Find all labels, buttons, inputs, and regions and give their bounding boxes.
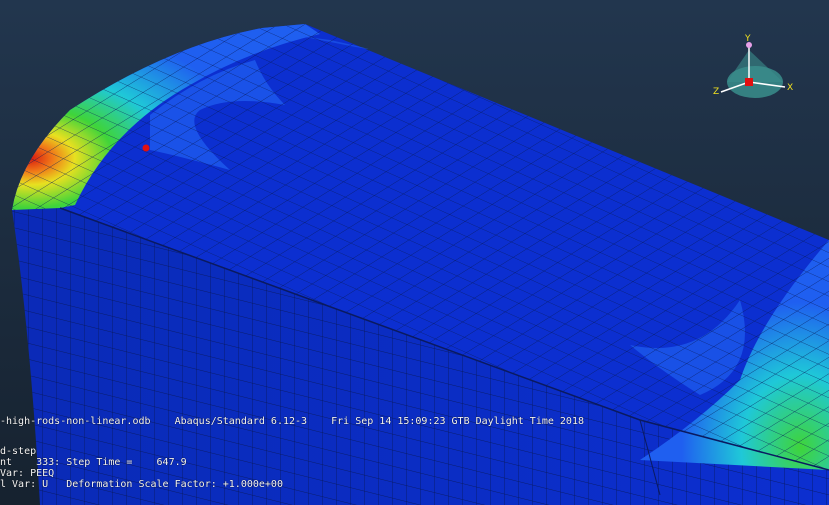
view-triad[interactable]: Y X Z (705, 32, 805, 112)
probe-marker (142, 144, 150, 152)
z-axis-label: Z (713, 87, 719, 97)
model-viewport[interactable]: Y X Z -high-rods-non-linear.odb Abaqus/S… (0, 0, 829, 505)
primary-var-line: Var: PEEQ (0, 468, 55, 479)
step-info-line: d-step (0, 446, 37, 457)
odb-info-line: -high-rods-non-linear.odb Abaqus/Standar… (0, 416, 584, 427)
x-axis-label: X (787, 83, 793, 93)
triad-origin (745, 78, 753, 86)
increment-info-line: nt 333: Step Time = 647.9 (0, 457, 187, 468)
deformed-var-line: l Var: U Deformation Scale Factor: +1.00… (0, 479, 283, 490)
y-axis-label: Y (744, 34, 751, 44)
